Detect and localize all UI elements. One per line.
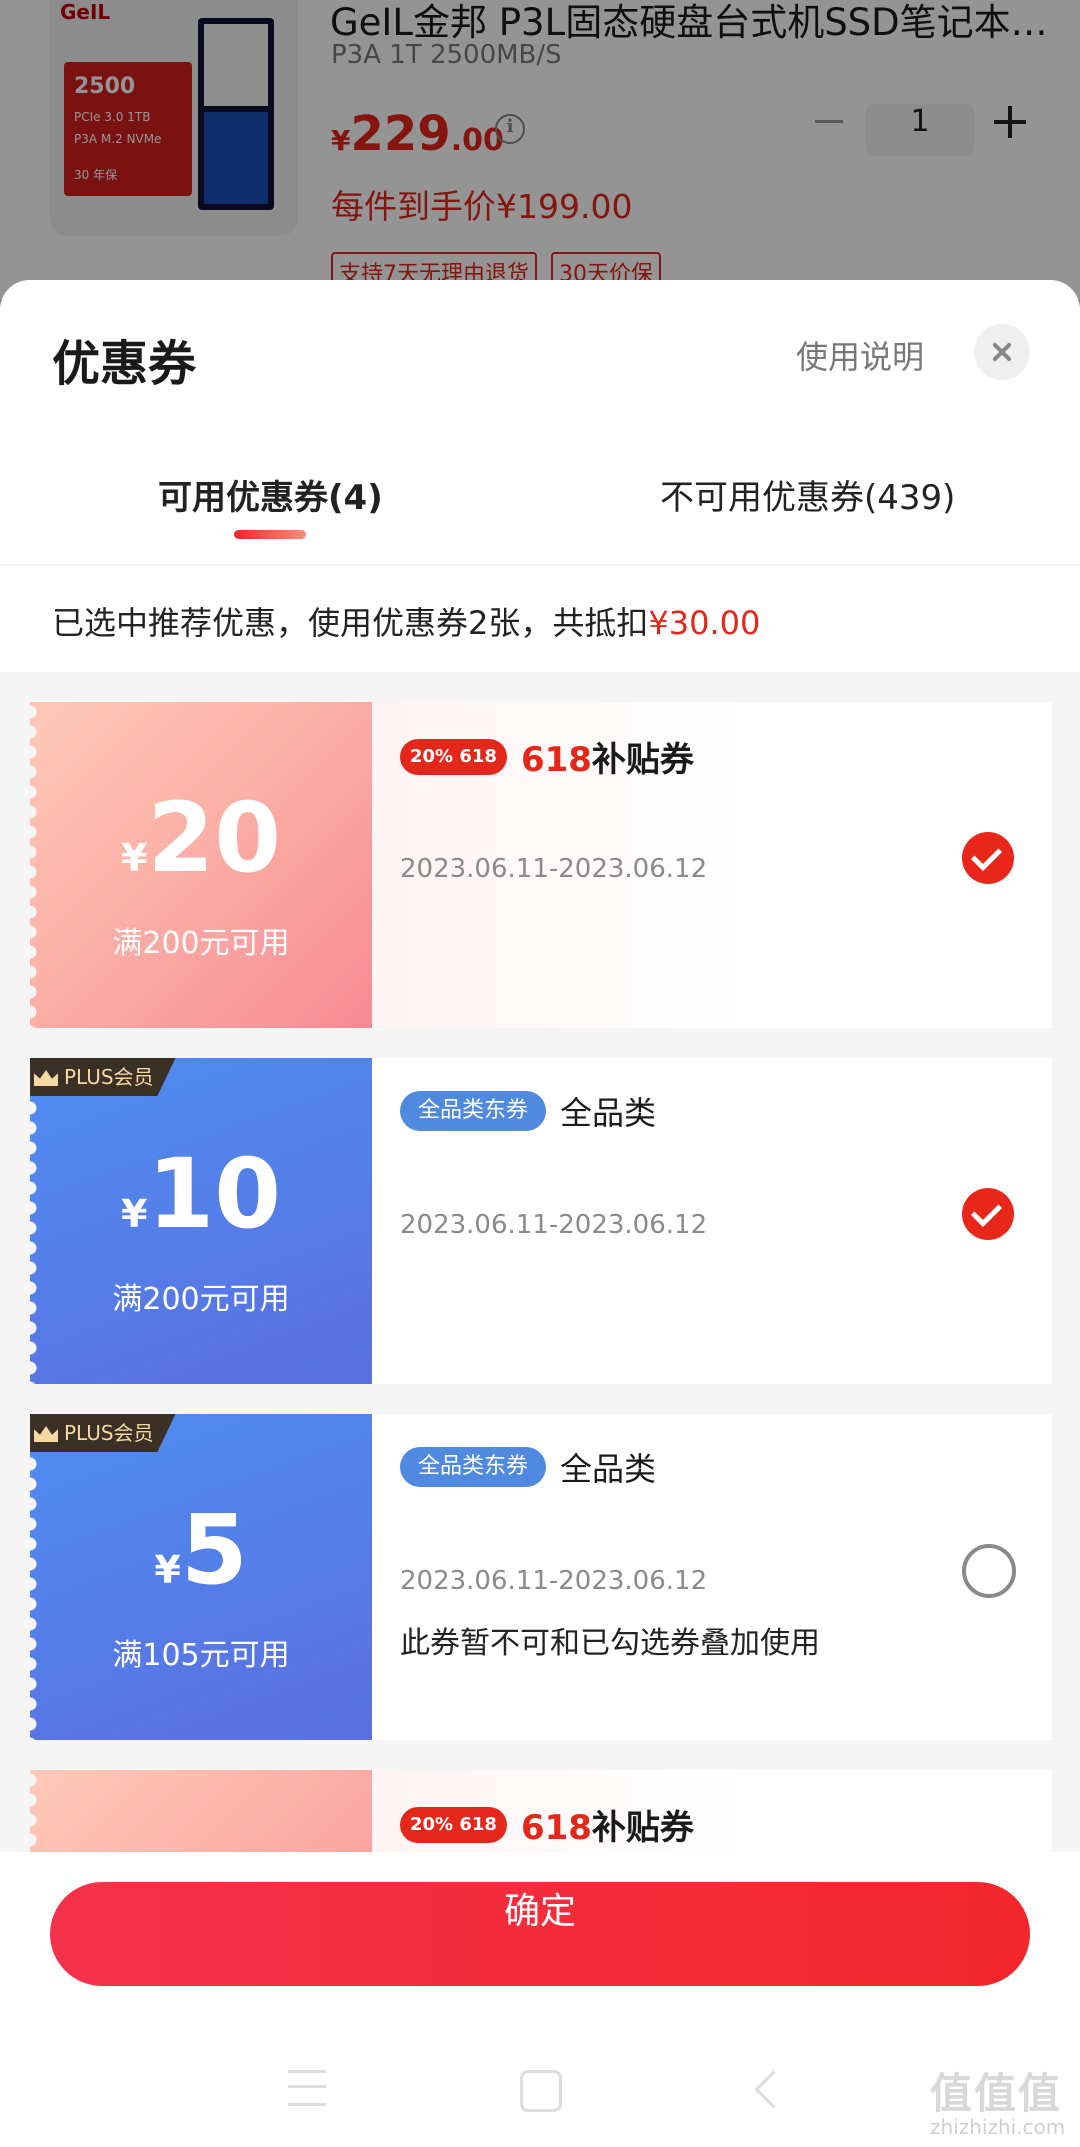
modal-overlay[interactable] xyxy=(0,0,1080,300)
badge-text: PLUS会员 xyxy=(64,1065,154,1089)
coupon-title: 618补贴券 xyxy=(521,732,694,781)
coupon-sheet: 优惠券 使用说明 可用优惠券(4) 不可用优惠券(439) 已选中推荐优惠，使用… xyxy=(0,280,1080,2147)
close-button[interactable] xyxy=(974,324,1030,380)
coupon-date: 2023.06.11-2023.06.12 xyxy=(400,1210,708,1240)
coupon-card[interactable]: ¥20 满200元可用 20% 618 618补贴券 2023.06.11-20… xyxy=(30,702,1052,1028)
currency-symbol: ¥ xyxy=(120,1192,148,1236)
coupon-card[interactable]: ¥10 满200元可用 PLUS会员 全品类东券 全品类 2023.06.11-… xyxy=(30,1058,1052,1384)
unchecked-radio[interactable] xyxy=(962,1544,1016,1598)
coupon-amount: ¥10 xyxy=(30,1146,372,1242)
divider xyxy=(0,564,1080,566)
coupon-header: 20% 618 618补贴券 xyxy=(400,1800,694,1849)
checked-icon[interactable] xyxy=(962,1188,1014,1240)
618-badge: 20% 618 xyxy=(400,738,507,775)
coupon-value-panel: ¥20 满200元可用 xyxy=(30,702,372,1028)
category-badge: 全品类东券 xyxy=(400,1447,547,1487)
currency-symbol: ¥ xyxy=(154,1548,181,1592)
coupon-condition: 满200元可用 xyxy=(112,1282,290,1317)
title-highlight: 618 xyxy=(520,740,592,780)
sheet-header: 优惠券 使用说明 可用优惠券(4) 不可用优惠券(439) 已选中推荐优惠，使用… xyxy=(0,280,1080,672)
title-highlight: 618 xyxy=(520,1808,592,1848)
amount-value: 20 xyxy=(147,782,282,894)
coupon-card[interactable]: ¥5 满105元可用 PLUS会员 全品类东券 全品类 2023.06.11-2… xyxy=(30,1414,1052,1740)
confirm-button[interactable]: 确定 xyxy=(50,1882,1030,1986)
category-badge: 全品类东券 xyxy=(400,1091,547,1131)
watermark-url: zhizhizhi.com xyxy=(930,2115,1066,2139)
title-text: 补贴券 xyxy=(591,1808,694,1848)
amount-value: 10 xyxy=(147,1138,282,1250)
crown-icon xyxy=(34,1070,58,1086)
watermark: 值值值 xyxy=(930,2069,1063,2118)
coupon-amount: ¥5 xyxy=(30,1502,372,1598)
coupon-condition: 满200元可用 xyxy=(112,926,290,961)
coupon-value-panel: ¥10 满200元可用 xyxy=(30,1058,372,1384)
coupon-header: 全品类东券 全品类 xyxy=(400,1444,656,1490)
tab-indicator xyxy=(234,530,306,539)
coupon-amount: ¥20 xyxy=(30,790,372,886)
summary-text: 已选中推荐优惠，使用优惠券2张，共抵扣 xyxy=(52,604,649,642)
tab-unavailable[interactable]: 不可用优惠券(439) xyxy=(660,470,955,519)
plus-member-badge: PLUS会员 xyxy=(30,1058,176,1096)
title-text: 补贴券 xyxy=(591,740,694,780)
badge-text: PLUS会员 xyxy=(64,1421,154,1445)
coupon-condition: 满105元可用 xyxy=(112,1638,290,1673)
crown-icon xyxy=(34,1426,58,1442)
menu-nav-icon[interactable] xyxy=(288,2070,326,2106)
coupon-header: 20% 618 618补贴券 xyxy=(400,732,694,781)
plus-member-badge: PLUS会员 xyxy=(30,1414,176,1452)
coupon-title: 全品类 xyxy=(560,1094,657,1132)
sheet-title: 优惠券 xyxy=(52,336,197,392)
tab-available[interactable]: 可用优惠券(4) xyxy=(158,470,383,519)
usage-instructions-link[interactable]: 使用说明 xyxy=(796,332,924,378)
coupon-value-panel: ¥5 满105元可用 xyxy=(30,1414,372,1740)
home-nav-icon[interactable] xyxy=(520,2070,562,2112)
currency-symbol: ¥ xyxy=(120,836,148,880)
coupon-title: 全品类 xyxy=(560,1450,657,1488)
coupon-title: 618补贴券 xyxy=(521,1800,694,1849)
checked-icon[interactable] xyxy=(962,832,1014,884)
selection-summary: 已选中推荐优惠，使用优惠券2张，共抵扣¥30.00 xyxy=(52,598,760,644)
amount-value: 5 xyxy=(180,1494,248,1606)
coupon-date: 2023.06.11-2023.06.12 xyxy=(400,1566,708,1596)
coupon-header: 全品类东券 全品类 xyxy=(400,1088,656,1134)
coupon-note: 此券暂不可和已勾选券叠加使用 xyxy=(400,1626,820,1661)
summary-amount: ¥30.00 xyxy=(648,604,761,642)
618-badge: 20% 618 xyxy=(400,1806,507,1843)
coupon-date: 2023.06.11-2023.06.12 xyxy=(400,854,708,884)
